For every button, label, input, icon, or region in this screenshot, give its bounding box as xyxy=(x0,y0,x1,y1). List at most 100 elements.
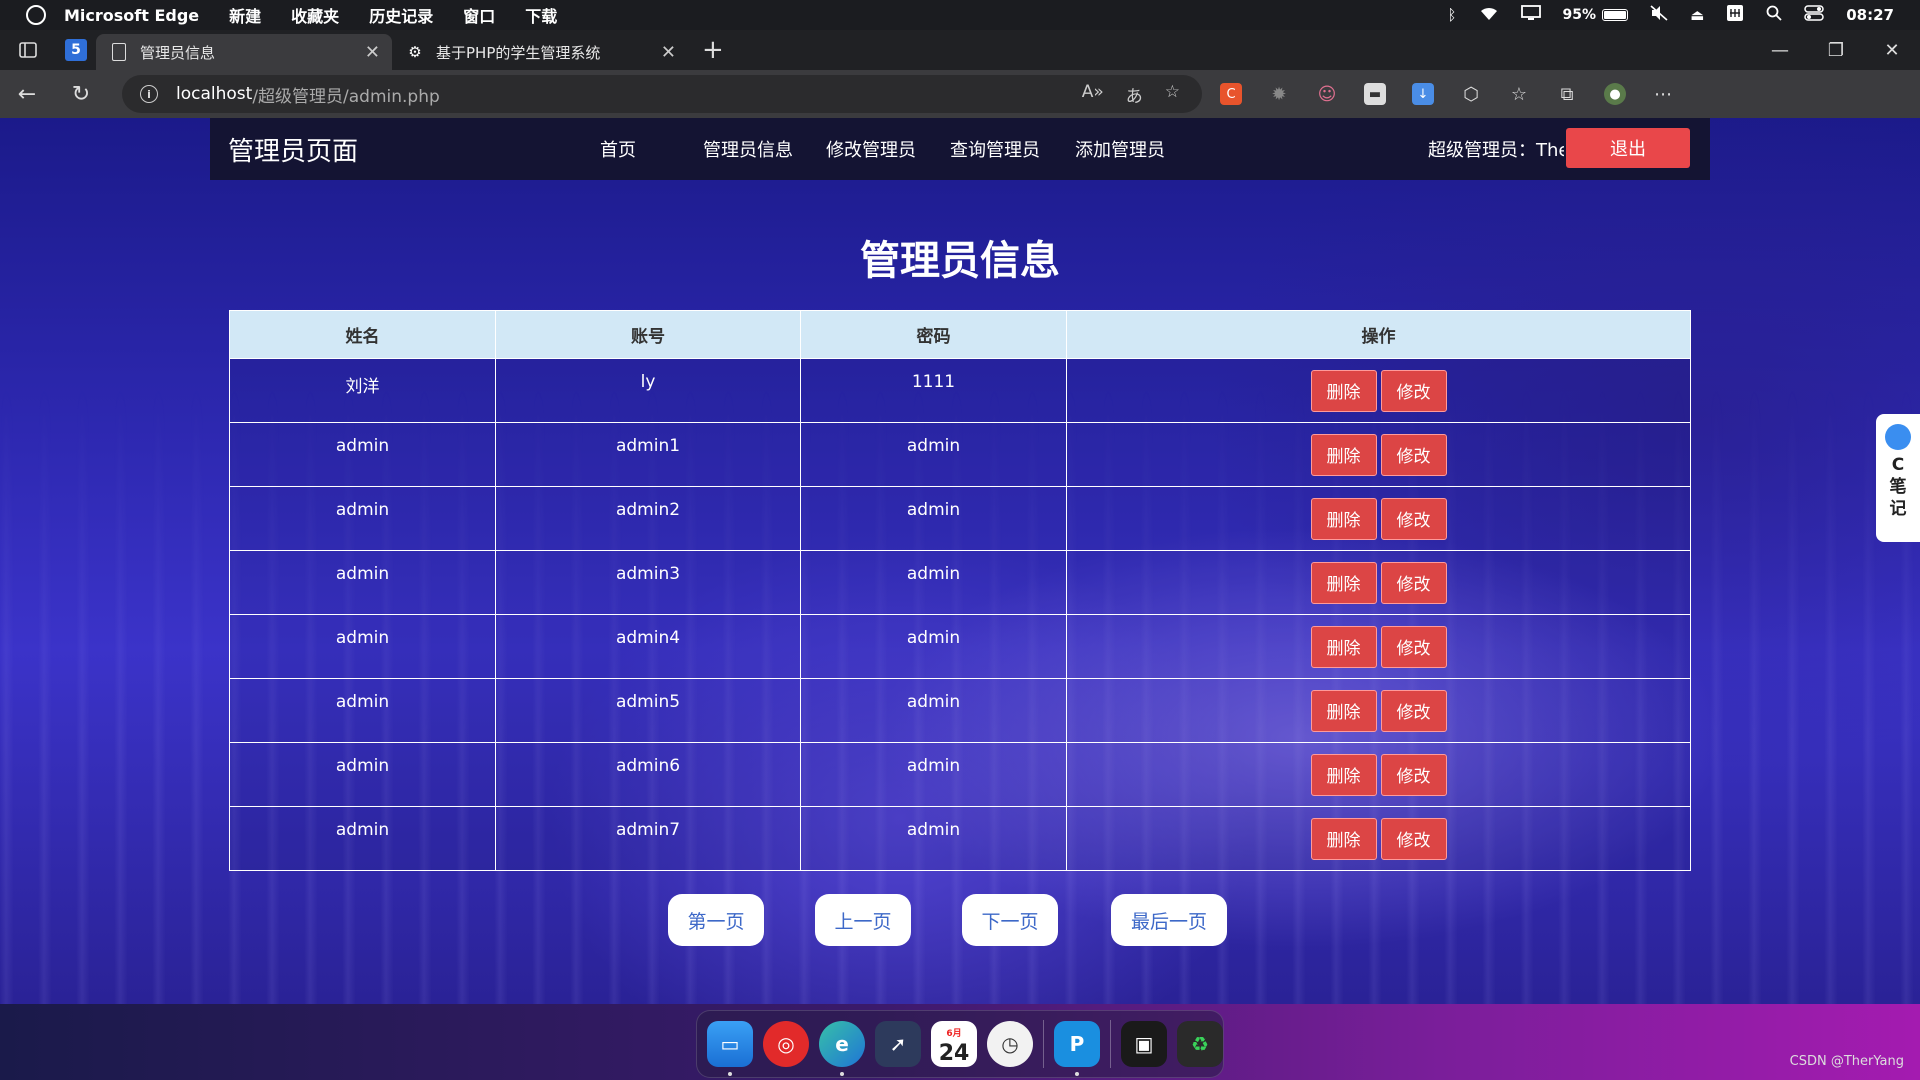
nav-link-edit-admin[interactable]: 修改管理员 xyxy=(826,136,926,162)
phpstudy-icon[interactable]: P xyxy=(1054,1021,1100,1076)
cell-account: admin5 xyxy=(495,678,801,743)
translate-icon[interactable]: あ xyxy=(1126,82,1143,107)
edit-button[interactable]: 修改 xyxy=(1380,561,1447,604)
refresh-icon[interactable]: ↻ xyxy=(54,82,108,107)
extensions-icon[interactable]: ⬡ xyxy=(1460,83,1482,105)
edit-button[interactable]: 修改 xyxy=(1380,753,1447,796)
last-page-button[interactable]: 最后一页 xyxy=(1111,894,1227,946)
extension-c-icon[interactable]: C xyxy=(1220,83,1242,105)
table-header-row: 姓名 账号 密码 操作 xyxy=(229,310,1691,359)
menu-app-name[interactable]: Microsoft Edge xyxy=(64,6,199,25)
next-page-button[interactable]: 下一页 xyxy=(962,894,1058,946)
delete-button[interactable]: 删除 xyxy=(1310,369,1377,412)
browser-toolbar: ← ↻ i localhost/超级管理员/admin.php A» あ ☆ C… xyxy=(0,70,1920,118)
dock-separator xyxy=(1043,1020,1044,1068)
cell-account: admin7 xyxy=(495,806,801,871)
cell-password: admin xyxy=(800,742,1067,807)
control-center-icon[interactable] xyxy=(1804,5,1824,25)
menu-item-window[interactable]: 窗口 xyxy=(463,3,495,27)
launchpad-icon[interactable]: ➚ xyxy=(875,1021,921,1067)
extension-gear-icon[interactable]: ✹ xyxy=(1268,83,1290,105)
finder-icon[interactable]: ▭ xyxy=(707,1021,753,1076)
table-row: admin admin6 admin 删除 修改 xyxy=(229,742,1691,807)
extension-chat-icon[interactable]: ▬ xyxy=(1364,83,1386,105)
delete-button[interactable]: 删除 xyxy=(1310,433,1377,476)
workspace-icon[interactable]: 5 xyxy=(56,30,96,70)
netease-music-icon[interactable]: ◎ xyxy=(763,1021,809,1067)
site-info-icon[interactable]: i xyxy=(140,85,158,103)
menu-item-favorites[interactable]: 收藏夹 xyxy=(291,3,339,27)
first-page-button[interactable]: 第一页 xyxy=(668,894,764,946)
menu-item-downloads[interactable]: 下载 xyxy=(525,3,557,27)
delete-button[interactable]: 删除 xyxy=(1310,561,1377,604)
extensions-bar: C ✹ ☺ ▬ ↓ ⬡ ☆ ⧉ ● ⋯ xyxy=(1220,83,1674,105)
cell-actions: 删除 修改 xyxy=(1066,486,1691,551)
page-content: 管理员页面 首页 管理员信息 修改管理员 查询管理员 添加管理员 超级管理员：T… xyxy=(0,118,1920,1004)
terminal-window-icon[interactable]: ▣ xyxy=(1121,1021,1167,1067)
read-aloud-icon[interactable]: A» xyxy=(1082,82,1104,107)
calendar-icon[interactable]: 6月 24 xyxy=(931,1021,977,1067)
spotlight-search-icon[interactable] xyxy=(1766,5,1782,25)
profile-avatar[interactable]: ● xyxy=(1604,83,1626,105)
cell-actions: 删除 修改 xyxy=(1066,806,1691,871)
delete-button[interactable]: 删除 xyxy=(1310,689,1377,732)
display-icon[interactable] xyxy=(1520,5,1541,25)
menu-item-new[interactable]: 新建 xyxy=(229,3,261,27)
edit-button[interactable]: 修改 xyxy=(1380,369,1447,412)
prev-page-button[interactable]: 上一页 xyxy=(815,894,911,946)
collections-icon[interactable]: ⧉ xyxy=(1556,83,1578,105)
nav-link-query-admin[interactable]: 查询管理员 xyxy=(950,136,1050,162)
mute-icon[interactable] xyxy=(1650,5,1668,25)
back-icon[interactable]: ← xyxy=(0,82,54,107)
cell-actions: 删除 修改 xyxy=(1066,550,1691,615)
delete-button[interactable]: 删除 xyxy=(1310,625,1377,668)
edge-browser-icon[interactable]: e xyxy=(819,1021,865,1076)
add-favorite-icon[interactable]: ☆ xyxy=(1165,82,1180,107)
bluetooth-icon[interactable]: ᛒ xyxy=(1448,6,1457,24)
edit-button[interactable]: 修改 xyxy=(1380,433,1447,476)
note-sidebar-widget[interactable]: C 笔 记 xyxy=(1876,414,1920,542)
cell-name: admin xyxy=(229,614,496,679)
menu-item-history[interactable]: 历史记录 xyxy=(369,3,433,27)
edit-button[interactable]: 修改 xyxy=(1380,497,1447,540)
cell-password: admin xyxy=(800,614,1067,679)
trash-icon[interactable]: ♻ xyxy=(1177,1021,1223,1067)
extension-download-icon[interactable]: ↓ xyxy=(1412,83,1434,105)
delete-button[interactable]: 删除 xyxy=(1310,753,1377,796)
wifi-icon[interactable] xyxy=(1479,5,1499,25)
close-tab-icon[interactable]: ✕ xyxy=(365,42,380,63)
address-bar[interactable]: i localhost/超级管理员/admin.php A» あ ☆ xyxy=(122,75,1202,113)
logout-button[interactable]: 退出 xyxy=(1566,128,1690,168)
edit-button[interactable]: 修改 xyxy=(1380,625,1447,668)
battery-indicator[interactable]: 95% xyxy=(1563,7,1629,23)
close-window-icon[interactable]: ✕ xyxy=(1864,30,1920,70)
input-method-icon[interactable] xyxy=(1726,4,1744,26)
tab-actions-icon[interactable] xyxy=(0,30,56,70)
pagination: 第一页 上一页 下一页 最后一页 xyxy=(0,894,1920,946)
tab-student-system[interactable]: ⚙ 基于PHP的学生管理系统 ✕ xyxy=(392,34,688,70)
clock[interactable]: 08:27 xyxy=(1846,6,1894,24)
new-tab-icon[interactable]: + xyxy=(702,35,724,65)
nav-link-home[interactable]: 首页 xyxy=(600,136,656,162)
more-options-icon[interactable]: ⋯ xyxy=(1652,83,1674,105)
extension-cat-icon[interactable]: ☺ xyxy=(1316,83,1338,105)
nav-link-admin-info[interactable]: 管理员信息 xyxy=(703,136,803,162)
minimize-icon[interactable]: — xyxy=(1752,30,1808,70)
nav-link-add-admin[interactable]: 添加管理员 xyxy=(1075,136,1175,162)
calendar-day: 24 xyxy=(938,1041,970,1066)
system-logo-icon[interactable] xyxy=(26,5,46,25)
clock-app-icon[interactable]: ◷ xyxy=(987,1021,1033,1067)
favorites-icon[interactable]: ☆ xyxy=(1508,83,1530,105)
delete-button[interactable]: 删除 xyxy=(1310,817,1377,860)
delete-button[interactable]: 删除 xyxy=(1310,497,1377,540)
close-tab-icon[interactable]: ✕ xyxy=(661,42,676,63)
note-icon xyxy=(1885,424,1911,450)
tab-admin-info[interactable]: 管理员信息 ✕ xyxy=(96,34,392,70)
edit-button[interactable]: 修改 xyxy=(1380,689,1447,732)
eject-icon[interactable]: ⏏ xyxy=(1690,6,1704,24)
cell-actions: 删除 修改 xyxy=(1066,358,1691,423)
restore-icon[interactable]: ❐ xyxy=(1808,30,1864,70)
edit-button[interactable]: 修改 xyxy=(1380,817,1447,860)
side-note-char: 笔 xyxy=(1889,477,1907,497)
cell-name: 刘洋 xyxy=(229,358,496,423)
